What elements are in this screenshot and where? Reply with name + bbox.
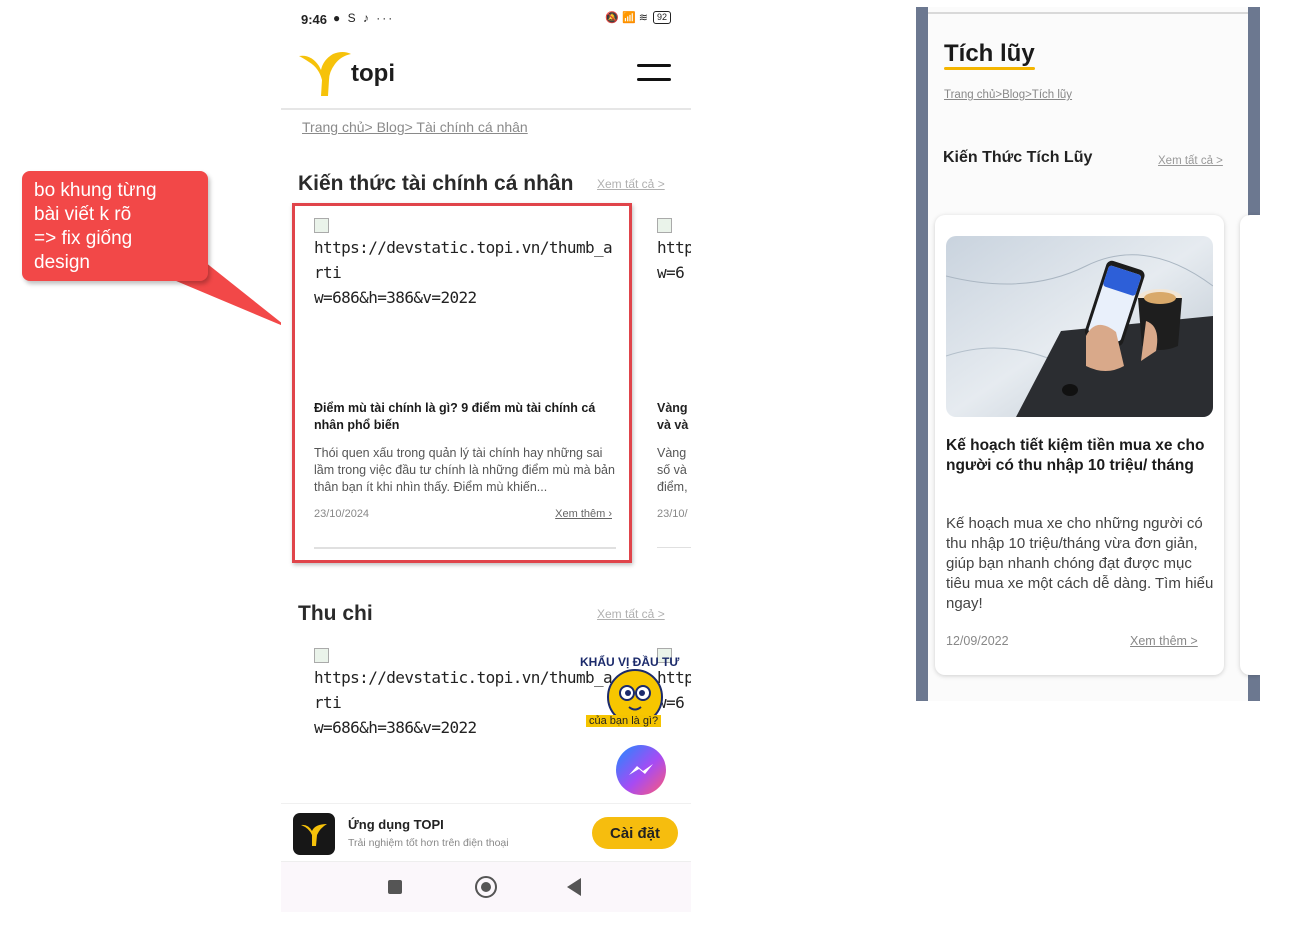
messenger-icon[interactable]	[616, 745, 666, 795]
header-divider	[928, 12, 1248, 14]
card-divider	[657, 547, 691, 548]
article-title[interactable]: Kế hoạch tiết kiệm tiền mua xe cho người…	[946, 436, 1208, 476]
annotation-callout: bo khung từng bài viết k rõ => fix giống…	[22, 171, 208, 281]
system-icons: 🔕 📶 ≋ 92	[605, 11, 671, 24]
see-all-link[interactable]: Xem tất cả >	[597, 177, 665, 191]
article-card[interactable]: https://devstatic.topi.vn/thumb_arti w=6…	[314, 648, 616, 740]
promo-headline: KHẨU VỊ ĐẦU TƯ	[580, 655, 680, 669]
see-all-link[interactable]: Xem tất cả >	[597, 607, 665, 621]
section-title: Kiến thức tài chính cá nhân	[298, 172, 574, 195]
article-excerpt: Kế hoạch mua xe cho những người có thu n…	[946, 515, 1214, 612]
title-underline	[944, 67, 1035, 70]
section-title: Thu chi	[298, 602, 373, 625]
site-header: topi	[281, 42, 691, 110]
article-date: 12/09/2022	[946, 634, 1009, 648]
app-subtitle: Trải nghiệm tốt hơn trên điện thoại	[348, 837, 509, 849]
android-nav-bar	[281, 861, 691, 912]
recent-apps-icon[interactable]	[388, 880, 402, 894]
home-icon[interactable]	[475, 876, 497, 898]
section-title: Kiến Thức Tích Lũy	[943, 149, 1093, 166]
breadcrumb[interactable]: Trang chủ> Blog> Tài chính cá nhân	[302, 119, 528, 135]
image-alt-text: https://devstatic.topi.vn/thumb_arti w=6…	[314, 668, 613, 737]
signal-wifi-icons: 🔕 📶 ≋	[605, 12, 648, 24]
article-card-peek[interactable]: http w=6 Vàng và và Vàng số và điểm, 23/…	[657, 218, 691, 548]
install-button[interactable]: Cài đặt	[592, 817, 678, 849]
design-reference: Tích lũy Trang chủ>Blog>Tích lũy Kiến Th…	[916, 7, 1260, 701]
page-title: Tích lũy	[944, 40, 1035, 67]
topi-app-icon	[293, 813, 335, 855]
promo-subline: của bạn là gì?	[586, 715, 662, 727]
investment-quiz-promo[interactable]: KHẨU VỊ ĐẦU TƯ của bạn là gì?	[577, 655, 689, 735]
app-download-banner: Ứng dụng TOPI Trải nghiệm tốt hơn trên đ…	[281, 803, 691, 862]
topi-logo-icon[interactable]	[297, 48, 353, 96]
phone-and-coffee-photo	[946, 236, 1213, 417]
image-alt-text: http w=6	[657, 238, 691, 282]
mobile-screenshot: 9:46 ● S ♪ ··· 🔕 📶 ≋ 92 topi Trang chủ> …	[281, 0, 691, 912]
broken-image-icon	[314, 648, 329, 663]
broken-image-icon	[657, 218, 672, 233]
see-all-link[interactable]: Xem tất cả >	[1158, 155, 1223, 167]
article-card-peek[interactable]	[1240, 215, 1260, 675]
article-card[interactable]: Kế hoạch tiết kiệm tiền mua xe cho người…	[935, 215, 1224, 675]
article-excerpt: Vàng số và điểm,	[657, 446, 688, 494]
status-time: 9:46	[301, 12, 328, 27]
messenger-bolt-icon	[629, 764, 653, 775]
status-bar: 9:46 ● S ♪ ··· 🔕 📶 ≋ 92	[281, 8, 691, 32]
brand-name[interactable]: topi	[351, 60, 395, 88]
design-page: Tích lũy Trang chủ>Blog>Tích lũy Kiến Th…	[928, 7, 1260, 701]
app-name: Ứng dụng TOPI	[348, 817, 444, 832]
breadcrumb[interactable]: Trang chủ>Blog>Tích lũy	[944, 89, 1072, 101]
read-more-link[interactable]: Xem thêm >	[1130, 634, 1198, 648]
back-icon[interactable]	[567, 878, 581, 896]
annotation-text: bo khung từng bài viết k rõ => fix giống…	[34, 180, 157, 273]
article-date: 23/10/	[657, 508, 688, 520]
article-title[interactable]: Vàng và và	[657, 400, 688, 434]
annotation-highlight-box	[292, 203, 632, 563]
notification-icons: ● S ♪ ···	[333, 11, 395, 25]
article-thumbnail[interactable]	[946, 236, 1213, 417]
battery-icon: 92	[652, 11, 671, 24]
hamburger-menu-icon[interactable]	[637, 64, 671, 86]
